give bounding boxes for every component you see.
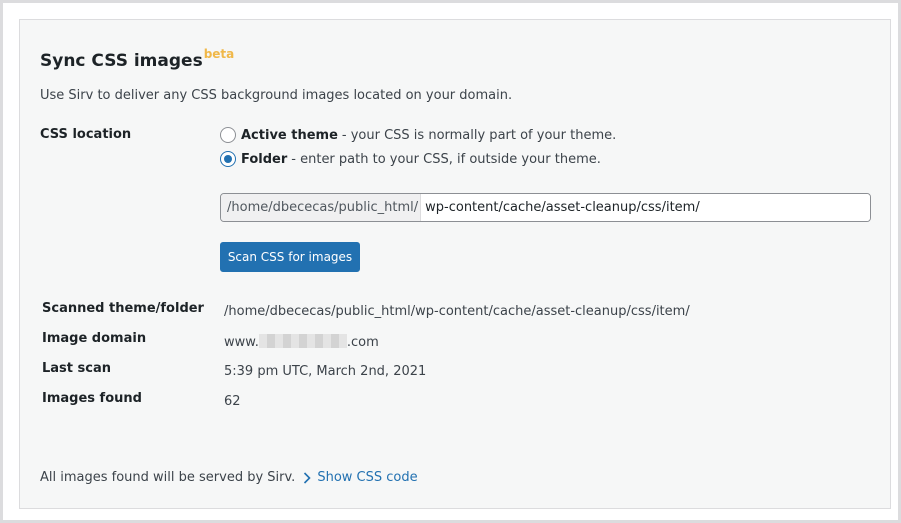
- chevron-right-icon: [304, 471, 311, 484]
- scanned-folder-value: /home/dbececas/public_html/wp-content/ca…: [224, 304, 690, 319]
- folder-path-field: /home/dbececas/public_html/: [220, 193, 871, 222]
- folder-path-input[interactable]: [421, 194, 870, 221]
- radio-folder[interactable]: Folder - enter path to your CSS, if outs…: [220, 150, 601, 168]
- image-domain-prefix: www.: [224, 335, 259, 350]
- sync-css-images-card: Sync CSS imagesbeta Use Sirv to deliver …: [19, 19, 891, 509]
- page-frame: Sync CSS imagesbeta Use Sirv to deliver …: [3, 3, 898, 520]
- css-location-label: CSS location: [40, 127, 132, 142]
- beta-badge: beta: [203, 47, 235, 61]
- radio-folder-text: - enter path to your CSS, if outside you…: [291, 151, 601, 167]
- scanned-folder-label: Scanned theme/folder: [42, 301, 204, 316]
- show-css-code-label: Show CSS code: [317, 470, 418, 485]
- section-description: Use Sirv to deliver any CSS background i…: [40, 88, 513, 103]
- radio-active-theme-text: - your CSS is normally part of your them…: [341, 127, 617, 143]
- redacted-domain-blur: [258, 334, 347, 348]
- radio-active-theme-button[interactable]: [220, 127, 236, 143]
- folder-path-prefix: /home/dbececas/public_html/: [221, 194, 422, 221]
- footer-note: All images found will be served by Sirv.…: [40, 470, 418, 485]
- last-scan-label: Last scan: [42, 361, 112, 376]
- radio-folder-title: Folder: [241, 151, 288, 167]
- radio-active-theme[interactable]: Active theme - your CSS is normally part…: [220, 126, 616, 144]
- images-found-value: 62: [224, 394, 241, 409]
- section-title: Sync CSS imagesbeta: [40, 47, 234, 71]
- image-domain-label: Image domain: [42, 331, 147, 346]
- images-found-label: Images found: [42, 391, 142, 406]
- last-scan-value: 5:39 pm UTC, March 2nd, 2021: [224, 364, 427, 379]
- radio-folder-button[interactable]: [220, 151, 236, 167]
- section-title-text: Sync CSS images: [40, 51, 203, 71]
- show-css-code-link[interactable]: Show CSS code: [303, 470, 418, 485]
- footer-text: All images found will be served by Sirv.: [40, 470, 296, 485]
- scan-css-button[interactable]: Scan CSS for images: [220, 242, 360, 272]
- image-domain-value: www. .com: [224, 334, 379, 350]
- radio-active-theme-title: Active theme: [241, 127, 338, 143]
- image-domain-suffix: .com: [346, 335, 379, 350]
